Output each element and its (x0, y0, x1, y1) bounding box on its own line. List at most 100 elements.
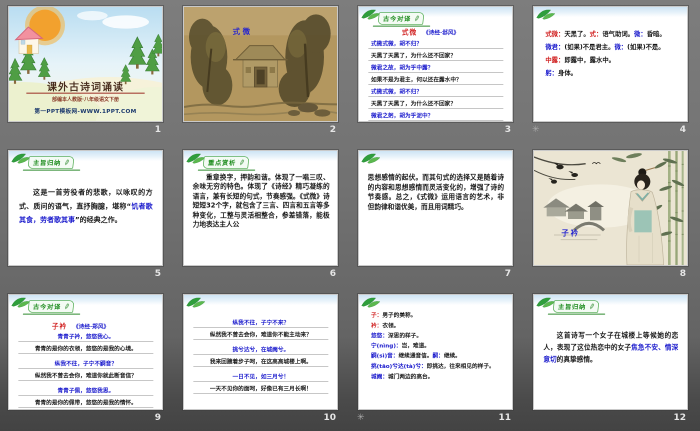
slide-number: 11 (498, 413, 511, 423)
slide-thumbnail-12[interactable]: 主旨归纳 ✎ 这首诗写一个女子在城楼上等候她的恋人，表现了这位热恋中的女子焦急不… (533, 294, 688, 410)
translation-line: 纵然我不曾去会你，难道你就此断音信？ (18, 370, 153, 381)
pencil-icon: ✎ (237, 158, 245, 166)
poem-line: 纵我不往，子宁不嗣音？ (18, 358, 153, 369)
slide-thumbnail-5[interactable]: 主旨归纳 ✎ 这是一首劳役者的悲歌，以咏叹的方式、质问的语气，直抒胸臆，堪称“饥… (8, 150, 163, 266)
poem-source: 《诗经·郑风》 (73, 324, 109, 331)
section-banner: 重点赏析 ✎ (203, 156, 250, 168)
slide-cell-8: 子衿 8 (533, 150, 686, 284)
animation-star-icon[interactable]: ✳ (357, 413, 365, 423)
slide-number: 5 (155, 269, 161, 279)
slide-top-gradient (184, 295, 337, 305)
slide-number: 3 (505, 125, 511, 135)
poem-line: 微君之躬，胡为乎泥中？ (368, 110, 503, 121)
translation-line: 纵然我不曾去会你，难道你不能主动来？ (193, 329, 328, 340)
annotation-line: 微君：(如果)不是君主。微：(如果)不是。 (545, 41, 679, 54)
annotation-line: 躬：身体。 (545, 67, 679, 80)
poem-source: 《诗经·邶风》 (423, 30, 459, 37)
pencil-icon: ✎ (412, 14, 420, 22)
leaf-icon (361, 296, 382, 308)
slide-number: 1 (155, 125, 161, 135)
annotation-block: 子：男子的美称。 衿：衣领。 悠悠：深思的样子。 宁(nìng)：岂，难道。 嗣… (371, 310, 505, 381)
poem-line: 挑兮达兮，在城阙兮。 (193, 344, 328, 355)
slide-thumbnail-7[interactable]: 思想感情的起伏。而其句式的选择又是随着诗的内容和思想感情而灵活变化的，增强了诗的… (358, 150, 513, 266)
slide-cell-12: 主旨归纳 ✎ 这首诗写一个女子在城楼上等候她的恋人，表现了这位热恋中的女子焦急不… (533, 294, 686, 428)
section-banner-label: 古今对译 (33, 302, 62, 311)
annotation-block: 式微：天黑了。式：语气助词。微：昏暗。 微君：(如果)不是君主。微：(如果)不是… (545, 28, 679, 80)
translation-block: 式微式微，胡不归？ 天黑了天黑了，为什么还不回家？ 微君之故，胡为乎中露？ 如果… (368, 38, 503, 122)
poem-title-row: 子衿 《诗经·郑风》 (9, 321, 152, 331)
poem-line: 纵我不往，子宁不来？ (193, 317, 328, 328)
section-banner-label: 重点赏析 (208, 158, 237, 167)
slide-thumbnail-4[interactable]: 式微：天黑了。式：语气助词。微：昏暗。 微君：(如果)不是君主。微：(如果)不是… (533, 6, 688, 122)
slide-number: 10 (323, 413, 336, 423)
title-underline (26, 93, 144, 94)
slide-cell-3: 古今对译 ✎ 式微 《诗经·邶风》 式微式微，胡不归？ 天黑了天黑了，为什么还不… (358, 6, 511, 140)
annotation-line: 式微：天黑了。式：语气助词。微：昏暗。 (545, 28, 679, 41)
summary-paragraph: 这首诗写一个女子在城楼上等候她的恋人，表现了这位热恋中的女子焦急不安、情深意切的… (543, 330, 678, 366)
slide-number: 4 (680, 125, 686, 135)
annotation-line: 宁(nìng)：岂，难道。 (371, 341, 505, 351)
pencil-icon: ✎ (62, 302, 70, 310)
slide-thumbnail-11[interactable]: 子：男子的美称。 衿：衣领。 悠悠：深思的样子。 宁(nìng)：岂，难道。 嗣… (358, 294, 513, 410)
animation-star-icon[interactable]: ✳ (532, 125, 540, 135)
translation-block: 纵我不往，子宁不来？ 纵然我不曾去会你，难道你不能主动来？ 挑兮达兮，在城阙兮。… (193, 317, 328, 398)
ink-painting-lady (534, 151, 687, 265)
translation-line: 天黑了天黑了，为什么还不回家？ (368, 50, 503, 61)
slide-number: 9 (155, 413, 161, 423)
section-banner: 古今对译 ✎ (378, 12, 425, 24)
slide-number: 2 (330, 125, 336, 135)
slide-thumbnail-8[interactable]: 子衿 (533, 150, 688, 266)
slide-cell-10: 纵我不往，子宁不来？ 纵然我不曾去会你，难道你不能主动来？ 挑兮达兮，在城阙兮。… (183, 294, 336, 428)
annotation-line: 挑(tāo)兮达(tà)兮：即挑达，往来相见的样子。 (371, 361, 505, 371)
poem-line: 微君之故，胡为乎中露？ (368, 62, 503, 73)
poem-line: 一日不见，如三月兮！ (193, 371, 328, 382)
slide-cell-9: 古今对译 ✎ 子衿 《诗经·郑风》 青青子衿，悠悠我心。 青青的是你的衣领，悠悠… (8, 294, 161, 428)
slide-thumbnail-6[interactable]: 重点赏析 ✎ 重章换字，押韵和谐。体现了一唱三叹、余味无穷的特色。体现了《诗经》… (183, 150, 338, 266)
analysis-paragraph: 重章换字，押韵和谐。体现了一唱三叹、余味无穷的特色。体现了《诗经》精巧凝练的语言… (193, 172, 330, 229)
slide-thumbnail-1[interactable]: 课外古诗词诵读 部编本人教版·八年级语文下册 第一PPT模板网-WWW.1PPT… (8, 6, 163, 122)
annotation-line: 衿：衣领。 (371, 321, 505, 331)
translation-block: 青青子衿，悠悠我心。 青青的是你的衣领，悠悠的是我的心境。 纵我不往，子宁不嗣音… (18, 331, 153, 410)
section-banner: 主旨归纳 ✎ (28, 156, 75, 168)
annotation-line: 城阙：城门两边的高台。 (371, 372, 505, 382)
slide-thumbnail-2[interactable]: 式微 (183, 6, 338, 122)
ink-painting-hut (184, 7, 337, 121)
poem-title: 子衿 (52, 322, 67, 330)
leaf-icon (186, 296, 207, 308)
translation-line: 一天不见你的面呵，好像已有三月长啊！ (193, 383, 328, 394)
section-banner: 主旨归纳 ✎ (553, 300, 600, 312)
translation-line: 如果不是为君主，何以还在露水中？ (368, 74, 503, 85)
section-banner-label: 主旨归纳 (558, 302, 587, 311)
slide-cell-7: 思想感情的起伏。而其句式的选择又是随着诗的内容和思想感情而灵活变化的，增强了诗的… (358, 150, 511, 284)
poem-cover-title: 式微 (233, 26, 253, 37)
slide-thumbnail-3[interactable]: 古今对译 ✎ 式微 《诗经·邶风》 式微式微，胡不归？ 天黑了天黑了，为什么还不… (358, 6, 513, 122)
poem-line: 青青子佩，悠悠我思。 (18, 385, 153, 396)
section-banner: 古今对译 ✎ (28, 300, 75, 312)
slide-cell-1: 课外古诗词诵读 部编本人教版·八年级语文下册 第一PPT模板网-WWW.1PPT… (8, 6, 161, 140)
slide-top-gradient (359, 295, 512, 305)
deck-subtitle: 部编本人教版·八年级语文下册 (9, 96, 162, 103)
slide-number: 6 (330, 269, 336, 279)
translation-line: 青青的是你的佩带，悠悠的是我的情怀。 (18, 397, 153, 408)
leaf-icon (536, 8, 557, 20)
slide-sorter: 课外古诗词诵读 部编本人教版·八年级语文下册 第一PPT模板网-WWW.1PPT… (0, 0, 700, 431)
summary-paragraph: 这是一首劳役者的悲歌，以咏叹的方式、质问的语气，直抒胸臆，堪称“饥者歌其食，劳者… (19, 186, 153, 227)
slide-thumbnail-10[interactable]: 纵我不往，子宁不来？ 纵然我不曾去会你，难道你不能主动来？ 挑兮达兮，在城阙兮。… (183, 294, 338, 410)
translation-line: 天黑了天黑了，为什么还不回家？ (368, 98, 503, 109)
slide-top-gradient (534, 7, 687, 17)
slide-thumbnail-9[interactable]: 古今对译 ✎ 子衿 《诗经·郑风》 青青子衿，悠悠我心。 青青的是你的衣领，悠悠… (8, 294, 163, 410)
poem-title-row: 式微 《诗经·邶风》 (359, 27, 502, 37)
translation-line: 青青的是你的衣领，悠悠的是我的心境。 (18, 343, 153, 354)
title-slide-artwork (9, 7, 162, 121)
leaf-icon (361, 152, 382, 164)
pencil-icon: ✎ (587, 302, 595, 310)
annotation-line: 中露：即露中，露水中。 (545, 54, 679, 67)
poem-title: 式微 (402, 28, 417, 36)
slide-top-gradient (359, 151, 512, 161)
cloud (77, 11, 108, 20)
analysis-paragraph-continued: 思想感情的起伏。而其句式的选择又是随着诗的内容和思想感情而灵活变化的，增强了诗的… (368, 172, 504, 211)
slide-cell-5: 主旨归纳 ✎ 这是一首劳役者的悲歌，以咏叹的方式、质问的语气，直抒胸臆，堪称“饥… (8, 150, 161, 284)
deck-title: 课外古诗词诵读 (9, 79, 162, 94)
watermark-text: 第一PPT模板网-WWW.1PPT.COM (9, 106, 162, 114)
poem-line: 青青子衿，悠悠我心。 (18, 331, 153, 342)
